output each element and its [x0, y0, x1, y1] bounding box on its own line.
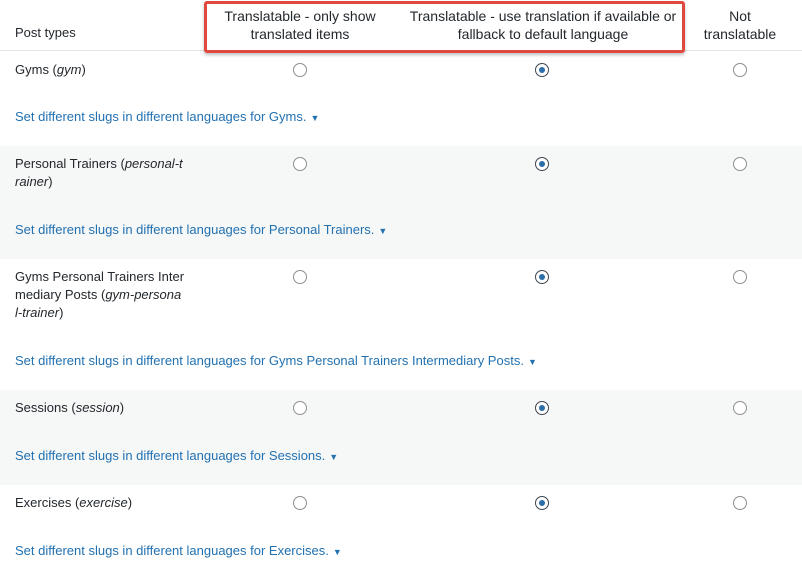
post-type-row-personal-trainer: Personal Trainers (personal-t rainer) Set…: [0, 146, 802, 259]
radio-not-translatable[interactable]: [733, 401, 747, 415]
caret-down-icon: ▼: [329, 452, 339, 462]
radio-translatable-fallback[interactable]: [535, 157, 549, 171]
slug-toggle-link[interactable]: Set different slugs in different languag…: [15, 222, 387, 237]
slug-toggle-link[interactable]: Set different slugs in different languag…: [15, 109, 319, 124]
not-translatable-heading: Not translatable: [703, 8, 777, 42]
slug-toggle-link[interactable]: Set different slugs in different languag…: [15, 448, 338, 463]
caret-down-icon: ▼: [378, 226, 388, 236]
radio-not-translatable[interactable]: [733, 157, 747, 171]
radio-translatable-fallback[interactable]: [535, 63, 549, 77]
caret-down-icon: ▼: [527, 357, 537, 367]
radio-not-translatable[interactable]: [733, 63, 747, 77]
post-type-row-gym-personal-trainer: Gyms Personal Trainers Inter mediary Post…: [0, 259, 802, 390]
radio-translatable-only[interactable]: [293, 496, 307, 510]
post-types-heading: Post types: [15, 25, 76, 40]
highlight-annotation-box: [204, 1, 685, 53]
post-type-name: Exercises (exercise): [15, 495, 133, 510]
radio-not-translatable[interactable]: [733, 496, 747, 510]
slug-toggle-link[interactable]: Set different slugs in different languag…: [15, 353, 537, 368]
post-type-row-exercise: Exercises (exercise) Set different slugs…: [0, 485, 802, 581]
post-type-name: Gyms (gym): [15, 62, 86, 77]
radio-translatable-fallback[interactable]: [535, 401, 549, 415]
post-type-name: Personal Trainers (personal-t rainer): [15, 156, 183, 189]
radio-translatable-fallback[interactable]: [535, 270, 549, 284]
radio-not-translatable[interactable]: [733, 270, 747, 284]
post-type-name: Sessions (session): [15, 400, 125, 415]
post-type-row-gym: Gyms (gym) Set different slugs in differ…: [0, 52, 802, 146]
radio-translatable-only[interactable]: [293, 63, 307, 77]
post-type-row-session: Sessions (session) Set different slugs i…: [0, 390, 802, 485]
slug-toggle-link[interactable]: Set different slugs in different languag…: [15, 543, 342, 558]
radio-translatable-fallback[interactable]: [535, 496, 549, 510]
radio-translatable-only[interactable]: [293, 270, 307, 284]
radio-translatable-only[interactable]: [293, 401, 307, 415]
post-type-name: Gyms Personal Trainers Inter mediary Post…: [15, 269, 185, 320]
caret-down-icon: ▼: [332, 547, 342, 557]
caret-down-icon: ▼: [310, 113, 320, 123]
radio-translatable-only[interactable]: [293, 157, 307, 171]
